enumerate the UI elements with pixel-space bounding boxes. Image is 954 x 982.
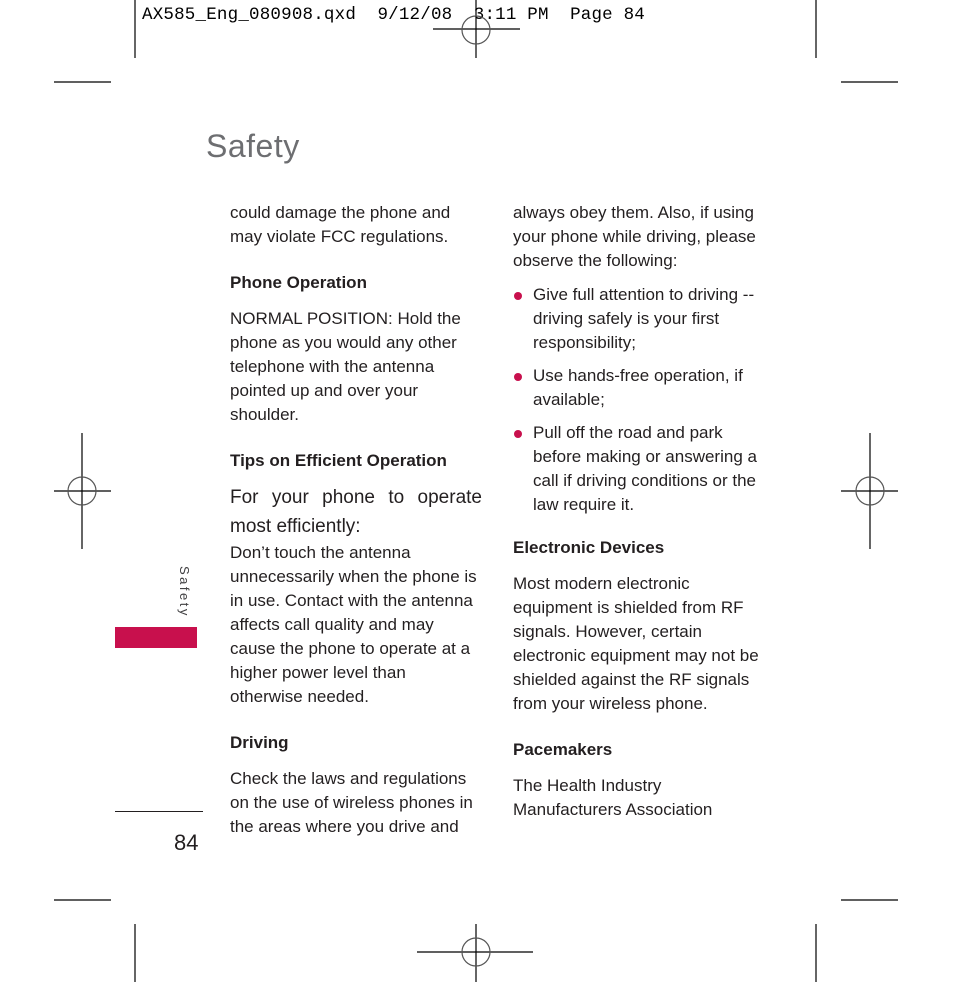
list-item: Pull off the road and park before making… <box>513 421 765 517</box>
section-heading-driving: Driving <box>230 733 289 752</box>
section-heading-tips: Tips on Efficient Operation <box>230 451 447 470</box>
bullet-dot-icon <box>514 430 522 438</box>
list-item: Use hands-free operation, if available; <box>513 364 765 412</box>
phone-operation-paragraph: NORMAL POSITION: Hold the phone as you w… <box>230 309 461 424</box>
side-tab-label: Safety <box>172 566 194 622</box>
list-item: Give full attention to driving -- drivin… <box>513 283 765 355</box>
bullet-dot-icon <box>514 373 522 381</box>
footer-rule <box>115 811 203 812</box>
pacemakers-paragraph: The Health Industry Manufacturers Associ… <box>513 776 713 819</box>
bullet-dot-icon <box>514 292 522 300</box>
section-heading-pacemakers: Pacemakers <box>513 740 613 759</box>
side-tab-marker <box>115 627 197 648</box>
registration-mark-left <box>54 433 111 549</box>
tips-lead-paragraph: For your phone to operate most efficient… <box>230 487 482 537</box>
section-heading-phone-operation: Phone Operation <box>230 273 367 292</box>
section-heading-electronic-devices: Electronic Devices <box>513 538 665 557</box>
list-item-text: Pull off the road and park before making… <box>533 423 757 514</box>
print-slug-line: AX585_Eng_080908.qxd 9/12/08 3:11 PM Pag… <box>142 5 645 25</box>
right-column: always obey them. Also, if using your ph… <box>513 201 765 822</box>
intro-paragraph: could damage the phone and may violate F… <box>230 203 451 246</box>
driving-paragraph: Check the laws and regulations on the us… <box>230 769 473 836</box>
list-item-text: Give full attention to driving -- drivin… <box>533 285 755 352</box>
registration-mark-right <box>841 433 898 549</box>
driving-tips-list: Give full attention to driving -- drivin… <box>513 283 765 517</box>
registration-mark-bottom <box>417 924 533 982</box>
side-tab-text: Safety <box>177 566 192 618</box>
list-item-text: Use hands-free operation, if available; <box>533 366 743 409</box>
page-title: Safety <box>206 128 300 164</box>
left-column: could damage the phone and may violate F… <box>230 201 482 839</box>
driving-continued-paragraph: always obey them. Also, if using your ph… <box>513 203 756 270</box>
tips-paragraph: Don’t touch the antenna unnecessarily wh… <box>230 543 477 706</box>
electronic-devices-paragraph: Most modern electronic equipment is shie… <box>513 574 759 713</box>
page-number: 84 <box>174 830 199 855</box>
